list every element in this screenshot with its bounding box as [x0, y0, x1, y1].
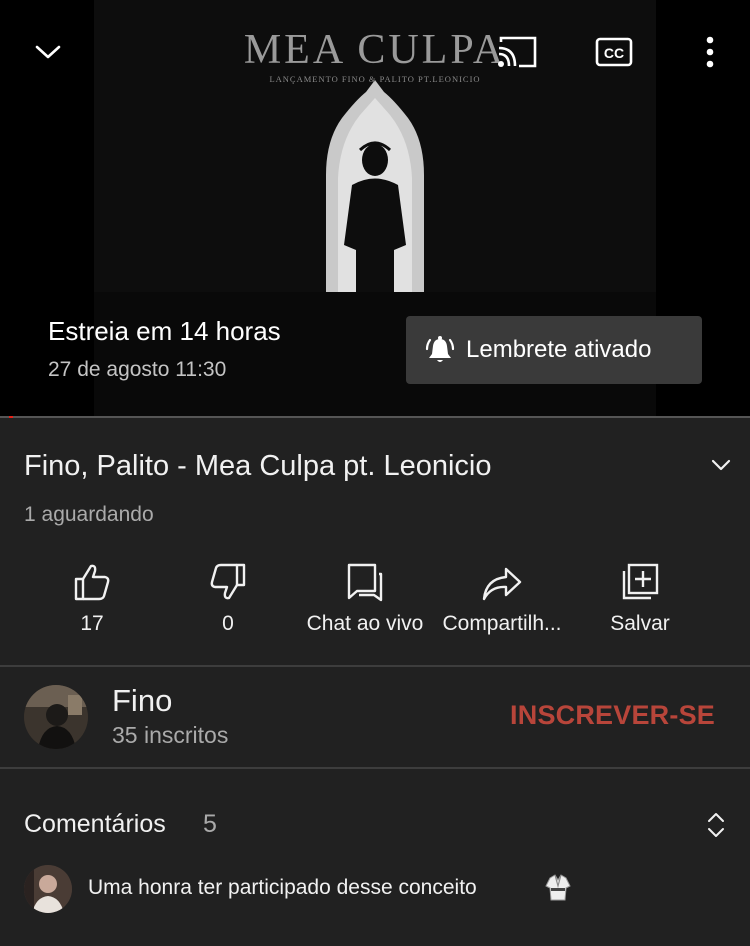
share-icon — [482, 567, 522, 601]
artwork-subtitle: LANÇAMENTO FINO & PALITO PT.LEONICIO — [269, 74, 481, 84]
dislike-count: 0 — [222, 612, 234, 635]
chevron-down-icon — [35, 45, 61, 59]
thumb-up-icon — [74, 564, 110, 601]
divider — [0, 767, 750, 769]
bell-ringing-icon — [425, 336, 455, 362]
expand-comments-button[interactable] — [700, 808, 732, 842]
subscribe-button[interactable]: INSCREVER-SE — [510, 700, 715, 731]
channel-avatar[interactable] — [24, 685, 88, 749]
unfold-icon — [708, 813, 724, 837]
martial-arts-uniform-emoji-icon — [545, 874, 571, 901]
like-button[interactable]: 17 — [52, 556, 132, 646]
channel-name[interactable]: Fino — [112, 683, 172, 719]
share-button[interactable]: Compartilh... — [432, 556, 572, 646]
top-comment-text: Uma honra ter participado desse conceito — [88, 876, 477, 899]
chat-icon — [347, 563, 383, 602]
artwork-title: MEA CULPA — [243, 27, 507, 73]
waiting-count: 1 aguardando — [24, 503, 154, 526]
premiere-date: 27 de agosto 11:30 — [48, 358, 227, 381]
save-playlist-icon — [622, 563, 659, 600]
reminder-button[interactable]: Lembrete ativado — [406, 316, 702, 384]
live-chat-label: Chat ao vivo — [306, 612, 424, 635]
subscriber-count: 35 inscritos — [112, 722, 229, 748]
captions-button[interactable]: CC — [592, 30, 636, 74]
comments-count: 5 — [203, 810, 217, 838]
save-button[interactable]: Salvar — [596, 556, 684, 646]
video-title[interactable]: Fino, Palito - Mea Culpa pt. Leonicio — [24, 450, 491, 483]
thumb-down-icon — [210, 563, 246, 600]
save-label: Salvar — [610, 612, 670, 635]
commenter-avatar — [24, 865, 72, 913]
captions-icon: CC — [595, 37, 633, 67]
channel-avatar-image — [24, 685, 88, 749]
more-options-button[interactable] — [688, 30, 732, 74]
share-label: Compartilh... — [442, 612, 562, 635]
cast-button[interactable] — [495, 30, 539, 74]
cast-icon — [498, 36, 537, 68]
premiere-countdown: Estreia em 14 horas — [48, 316, 281, 346]
dislike-button[interactable]: 0 — [188, 556, 268, 646]
more-vert-icon — [706, 36, 714, 68]
svg-text:CC: CC — [604, 45, 624, 61]
progress-bar[interactable] — [0, 416, 750, 418]
comments-heading[interactable]: Comentários — [24, 810, 166, 839]
reminder-label: Lembrete ativado — [466, 336, 652, 363]
chevron-down-icon — [711, 459, 731, 471]
like-count: 17 — [80, 612, 104, 635]
minimize-button[interactable] — [26, 30, 70, 74]
progress-start-marker — [9, 416, 13, 418]
live-chat-button[interactable]: Chat ao vivo — [298, 556, 432, 646]
commenter-avatar-image — [24, 865, 72, 913]
expand-description-button[interactable] — [706, 452, 736, 478]
divider — [0, 665, 750, 667]
video-player[interactable]: MEA CULPA LANÇAMENTO FINO & PALITO PT.LE… — [0, 0, 750, 418]
